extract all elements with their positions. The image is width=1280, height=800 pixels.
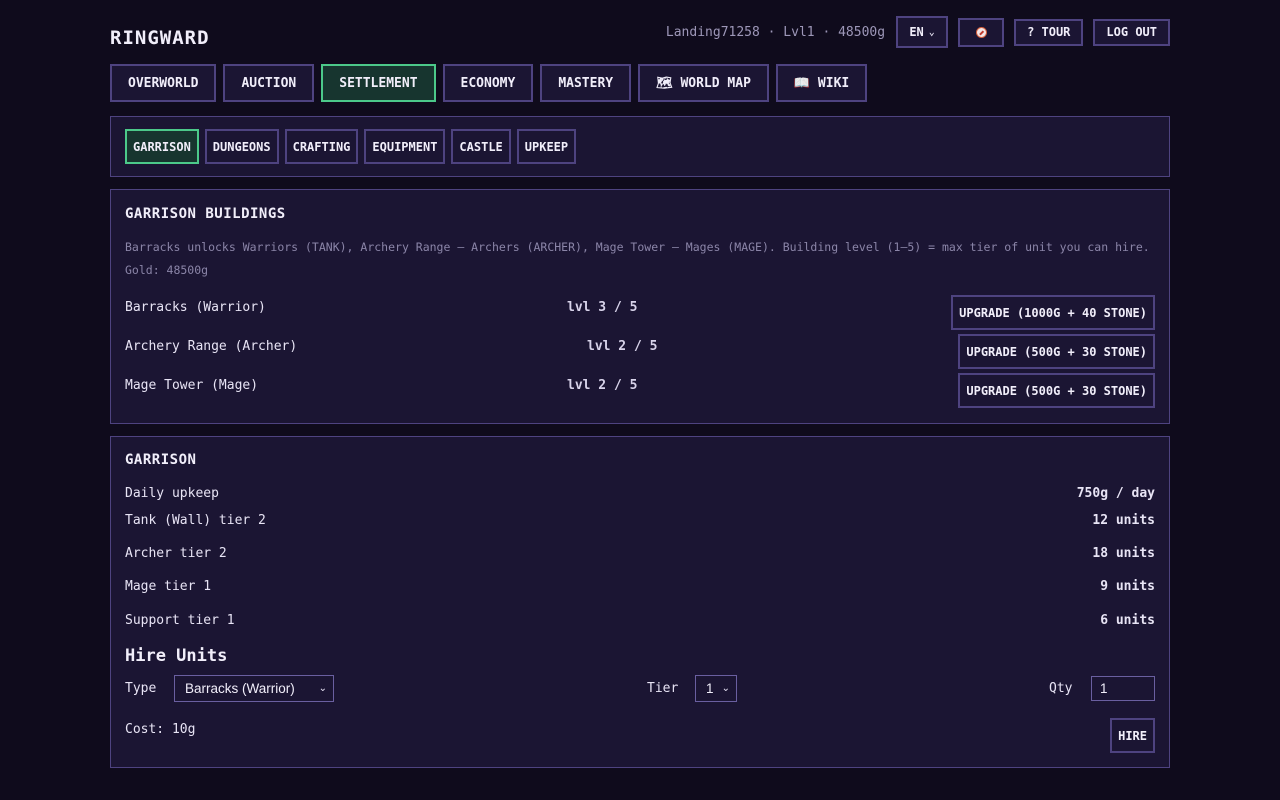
tab-settlement[interactable]: SETTLEMENT: [321, 64, 436, 102]
tab-mastery[interactable]: MASTERY: [540, 64, 632, 102]
quantity-value: 1: [1100, 681, 1108, 696]
subtab-upkeep[interactable]: UPKEEP: [516, 129, 577, 164]
row-value: 6 units: [1100, 613, 1155, 628]
main-nav: OVERWORLD AUCTION SETTLEMENT ECONOMY MAS…: [110, 64, 1170, 102]
language-select[interactable]: EN ⌄: [896, 16, 949, 48]
chevron-down-icon: ⌄: [928, 26, 935, 38]
mute-button[interactable]: [958, 17, 1005, 47]
type-label: Type: [125, 681, 157, 696]
subtab-crafting[interactable]: CRAFTING: [284, 129, 359, 164]
hire-cost: Cost: 10g: [125, 722, 196, 737]
row-label: Mage tier 1: [125, 579, 212, 594]
header-controls: Landing71258 · Lvl1 · 48500g EN ⌄ ? TOUR…: [666, 16, 1170, 48]
chevron-down-icon: ⌄: [318, 683, 327, 694]
quantity-input[interactable]: 1: [1091, 676, 1155, 701]
building-name: Archery Range (Archer): [125, 339, 298, 354]
tour-button[interactable]: ? TOUR: [1014, 18, 1084, 46]
upgrade-archery-range-button[interactable]: UPGRADE (500G + 30 STONE): [958, 334, 1155, 369]
building-level: lvl 3 / 5: [567, 300, 638, 315]
garrison-title: GARRISON: [125, 452, 197, 468]
building-level: lvl 2 / 5: [567, 378, 638, 393]
unit-type-value: Barracks (Warrior): [185, 681, 295, 696]
row-value: 12 units: [1092, 513, 1155, 528]
row-label: Archer tier 2: [125, 546, 227, 561]
tier-select[interactable]: 1 ⌄: [695, 675, 737, 702]
garrison-panel: GARRISON Daily upkeep 750g / day Tank (W…: [110, 436, 1170, 768]
subtab-dungeons[interactable]: DUNGEONS: [204, 129, 279, 164]
page: RINGWARD Landing71258 · Lvl1 · 48500g EN…: [110, 0, 1170, 768]
logout-button[interactable]: LOG OUT: [1093, 18, 1170, 46]
garrison-buildings-panel: GARRISON BUILDINGS Barracks unlocks Warr…: [110, 189, 1170, 424]
user-info: Landing71258 · Lvl1 · 48500g: [665, 24, 886, 40]
row-value: 18 units: [1092, 546, 1155, 561]
tier-label: Tier: [647, 681, 679, 696]
tab-economy[interactable]: ECONOMY: [442, 64, 534, 102]
row-label: Tank (Wall) tier 2: [125, 513, 266, 528]
language-value: EN: [909, 25, 924, 39]
chevron-down-icon: ⌄: [721, 683, 730, 694]
tab-auction[interactable]: AUCTION: [223, 64, 315, 102]
row-value: 9 units: [1100, 579, 1155, 594]
hire-button[interactable]: HIRE: [1110, 718, 1155, 753]
building-level: lvl 2 / 5: [587, 339, 658, 354]
upgrade-mage-tower-button[interactable]: UPGRADE (500G + 30 STONE): [958, 373, 1155, 408]
brand-title: RINGWARD: [110, 27, 210, 49]
tab-wiki[interactable]: 📖 WIKI: [775, 64, 868, 102]
tab-world-map[interactable]: 🗺 WORLD MAP: [638, 64, 769, 102]
building-name: Barracks (Warrior): [125, 300, 266, 315]
unit-type-select[interactable]: Barracks (Warrior) ⌄: [174, 675, 334, 702]
row-label: Daily upkeep: [125, 486, 219, 501]
building-row-barracks: Barracks (Warrior) lvl 3 / 5 UPGRADE (10…: [125, 295, 1155, 334]
qty-label: Qty: [1049, 681, 1073, 696]
subtab-garrison[interactable]: GARRISON: [125, 129, 199, 164]
buildings-title: GARRISON BUILDINGS: [125, 206, 286, 222]
sub-nav: GARRISON DUNGEONS CRAFTING EQUIPMENT CAS…: [110, 116, 1170, 177]
building-name: Mage Tower (Mage): [125, 378, 259, 393]
building-row-mage-tower: Mage Tower (Mage) lvl 2 / 5 UPGRADE (500…: [125, 373, 1155, 412]
header: RINGWARD Landing71258 · Lvl1 · 48500g EN…: [110, 0, 1170, 64]
hire-units-title: Hire Units: [125, 646, 228, 666]
building-row-archery-range: Archery Range (Archer) lvl 2 / 5 UPGRADE…: [125, 334, 1155, 373]
row-value: 750g / day: [1076, 486, 1155, 501]
row-label: Support tier 1: [125, 613, 235, 628]
subtab-castle[interactable]: CASTLE: [451, 129, 511, 164]
tier-value: 1: [706, 681, 714, 696]
upgrade-barracks-button[interactable]: UPGRADE (1000G + 40 STONE): [951, 295, 1155, 330]
mute-icon: [975, 26, 987, 38]
buildings-description: Barracks unlocks Warriors (TANK), Archer…: [125, 240, 1150, 277]
tab-overworld[interactable]: OVERWORLD: [110, 64, 217, 102]
subtab-equipment[interactable]: EQUIPMENT: [364, 129, 446, 164]
